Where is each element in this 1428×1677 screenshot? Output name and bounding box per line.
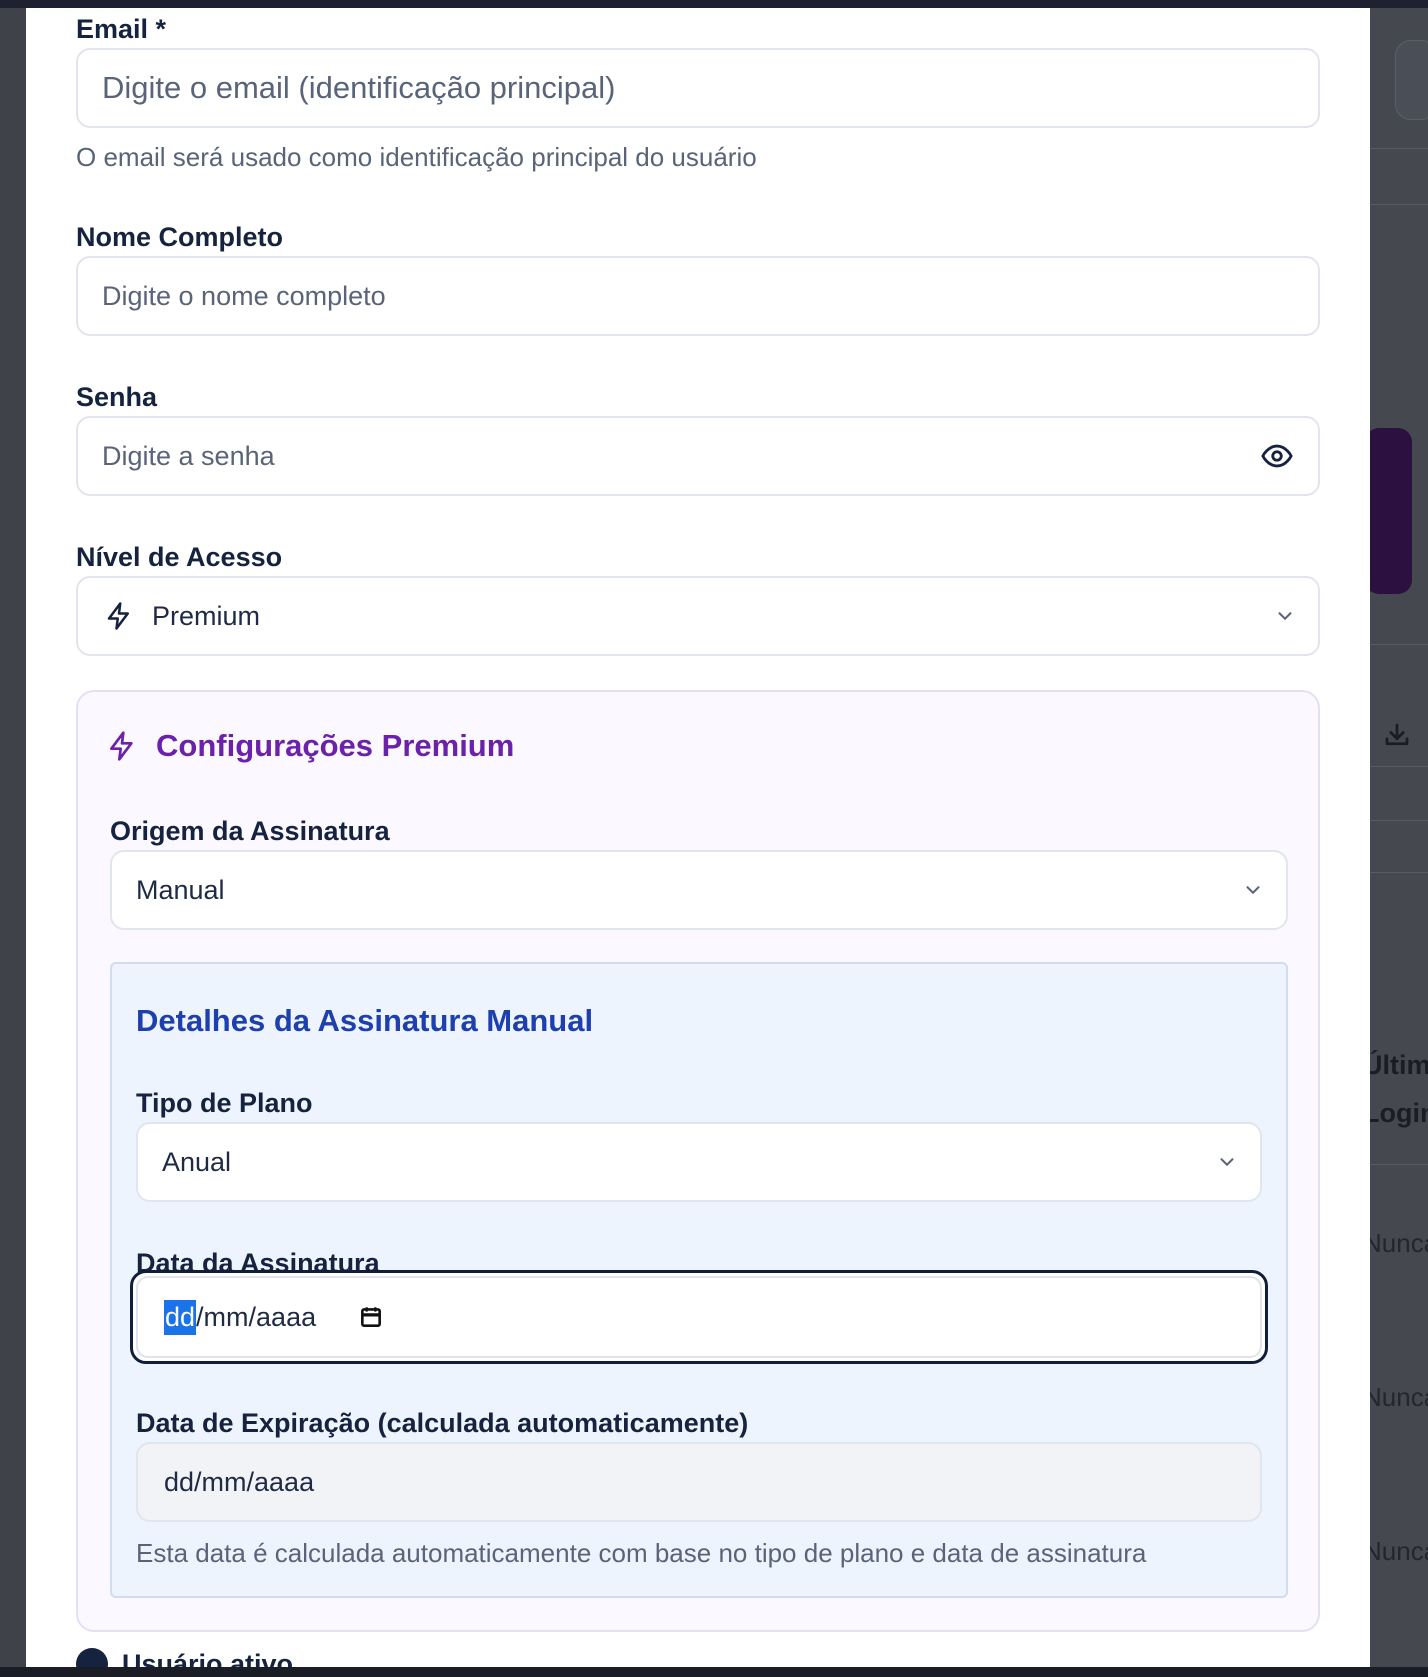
background-header-last: Últim	[1363, 1050, 1428, 1080]
subscription-date-field[interactable]: dd /mm/aaaa	[136, 1276, 1262, 1358]
background-purple-card	[1365, 428, 1412, 594]
password-field[interactable]: Digite a senha	[76, 416, 1320, 496]
date-month-year-segment[interactable]: /mm/aaaa	[196, 1302, 316, 1333]
premium-settings-title-text: Configurações Premium	[156, 728, 515, 763]
expiration-date-field: dd/mm/aaaa	[136, 1442, 1262, 1522]
active-user-label: Usuário ativo	[122, 1648, 294, 1669]
eye-icon[interactable]	[1260, 439, 1294, 473]
background-cell: Nunca	[1363, 1228, 1428, 1258]
top-bar	[0, 0, 1428, 8]
access-level-value: Premium	[152, 600, 261, 631]
password-label: Senha	[76, 382, 158, 412]
background-search-pill	[1395, 40, 1428, 120]
email-field[interactable]: Digite o email (identificação principal)	[76, 48, 1320, 128]
chevron-down-icon	[1278, 612, 1292, 621]
access-level-select[interactable]: Premium	[76, 576, 1320, 656]
access-level-label: Nível de Acesso	[76, 542, 283, 572]
plan-type-value: Anual	[162, 1146, 232, 1177]
lightning-icon	[107, 602, 129, 630]
lightning-icon	[110, 731, 133, 761]
full-name-label: Nome Completo	[76, 222, 284, 252]
subscription-origin-label: Origem da Assinatura	[110, 816, 390, 846]
full-name-placeholder: Digite o nome completo	[102, 280, 386, 311]
active-user-toggle-row[interactable]: Usuário ativo	[76, 1648, 293, 1668]
date-day-segment[interactable]: dd	[164, 1299, 197, 1335]
background-header-login: Login	[1363, 1098, 1428, 1128]
email-helper-text: O email será usado como identificação pr…	[76, 142, 757, 172]
bottom-bar	[0, 1667, 1428, 1677]
full-name-field[interactable]: Digite o nome completo	[76, 256, 1320, 336]
plan-type-select[interactable]: Anual	[136, 1122, 1262, 1202]
chevron-down-icon	[1246, 886, 1260, 895]
email-label: Email *	[76, 14, 167, 44]
calendar-icon[interactable]	[358, 1304, 384, 1330]
expiration-date-value: dd/mm/aaaa	[164, 1466, 315, 1497]
password-placeholder: Digite a senha	[102, 440, 275, 471]
expiration-helper-text: Esta data é calculada automaticamente co…	[136, 1538, 1147, 1568]
plan-type-label: Tipo de Plano	[136, 1088, 313, 1118]
manual-subscription-title: Detalhes da Assinatura Manual	[136, 1003, 594, 1038]
premium-settings-title: Configurações Premium	[106, 728, 514, 764]
background-cell: Nunca	[1363, 1536, 1428, 1566]
create-user-modal: Email * Digite o email (identificação pr…	[26, 8, 1370, 1668]
subscription-origin-value: Manual	[136, 874, 225, 905]
subscription-origin-select[interactable]: Manual	[110, 850, 1288, 930]
expiration-date-label: Data de Expiração (calculada automaticam…	[136, 1408, 749, 1438]
background-app	[1370, 8, 1428, 1668]
email-placeholder: Digite o email (identificação principal)	[102, 70, 616, 105]
background-cell: Nunca	[1363, 1382, 1428, 1412]
chevron-down-icon	[1220, 1158, 1234, 1167]
download-icon	[1382, 720, 1412, 757]
background-left-strip	[0, 8, 26, 1668]
toggle-indicator[interactable]	[76, 1648, 108, 1668]
